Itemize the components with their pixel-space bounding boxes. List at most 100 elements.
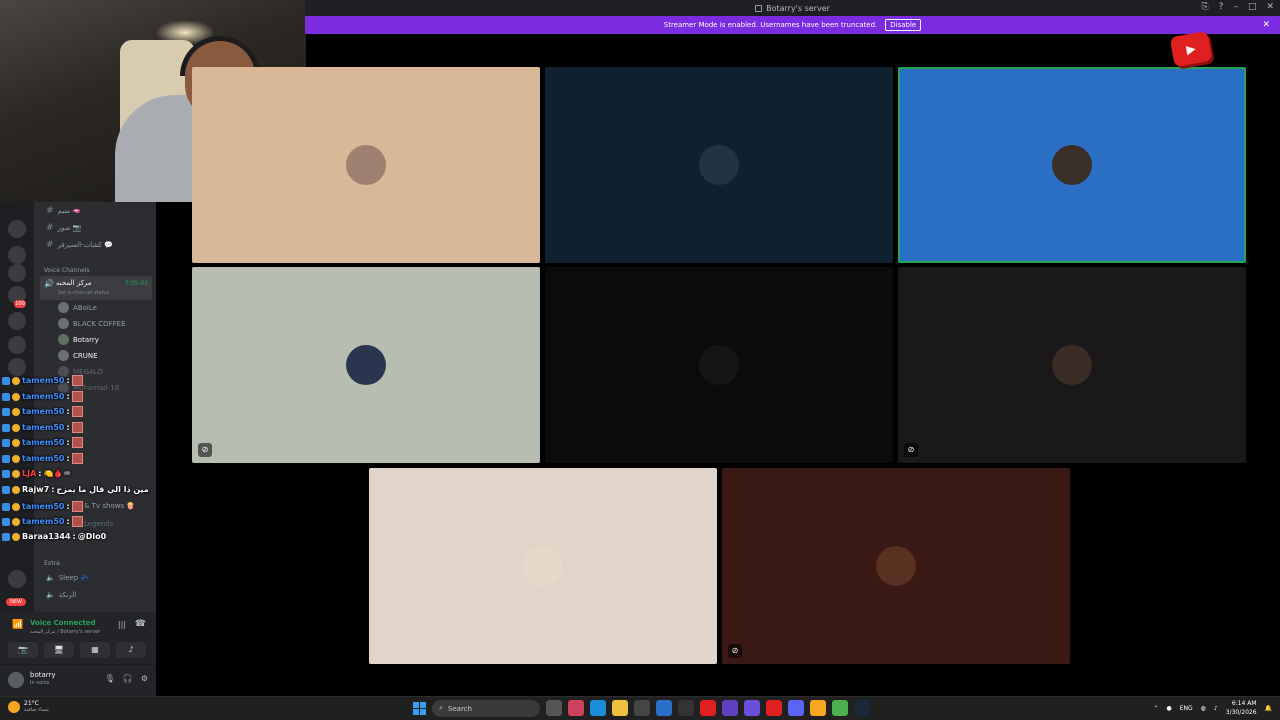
chat-message: Baraa1344: @Dlo0 [2,532,106,541]
new-badge: NEW [6,598,26,606]
extra-header[interactable]: Extra [44,560,60,567]
inbox-icon[interactable]: ⎘ [1201,2,1208,12]
chrome-icon[interactable] [832,700,848,716]
soundboard-button[interactable]: ♪ [116,642,146,658]
network-icon[interactable]: ◍ [1201,705,1206,712]
chat-username: tamem50 [22,392,65,401]
clock[interactable]: 6:14 AM 3/30/2026 [1226,699,1257,717]
app-icon[interactable] [810,700,826,716]
video-tile[interactable] [192,67,540,263]
app-icon[interactable] [678,700,694,716]
server-icon[interactable] [8,336,26,354]
voice-channel[interactable]: 🔈 Sleep 💤 [46,574,89,582]
voice-user[interactable]: CRUNE [58,350,98,361]
participant-avatar [346,345,386,385]
server-icon[interactable] [8,264,26,282]
video-tile[interactable] [369,468,717,664]
app-icon[interactable] [656,700,672,716]
chat-separator: : [66,376,70,385]
video-tile[interactable] [898,67,1246,263]
signal-icon: 📶 [12,620,24,630]
badge-icon [12,423,20,432]
disable-button[interactable]: Disable [885,19,922,31]
steam-icon[interactable] [854,700,870,716]
chat-text: 🍋🩸♒ [43,469,71,478]
youtube-icon[interactable] [766,700,782,716]
participant-avatar [876,546,916,586]
teams-icon[interactable] [744,700,760,716]
minimize-button[interactable]: – [1233,2,1238,12]
server-icon[interactable] [8,220,26,238]
help-icon[interactable]: ? [1219,2,1224,12]
notifications-icon[interactable]: 🔔 [1265,705,1272,712]
video-tile[interactable]: ⊘ [192,267,540,463]
chat-username: tamem50 [22,517,65,526]
disconnect-icon[interactable]: ☎ [135,619,146,629]
store-icon[interactable] [634,700,650,716]
edge-icon[interactable] [590,700,606,716]
close-icon[interactable]: ✕ [1262,20,1270,30]
voice-user[interactable]: ABoiLe [58,302,97,313]
twitch-icon [2,423,10,432]
video-tile[interactable]: ⊘ [722,468,1070,664]
activities-button[interactable]: ▦ [80,642,110,658]
participant-avatar [699,145,739,185]
video-tile[interactable] [545,67,893,263]
chat-username: Rajw7 [22,485,50,494]
app-icon[interactable] [722,700,738,716]
avatar [58,318,69,329]
video-tile[interactable]: ⊘ [898,267,1246,463]
emote-icon [71,437,83,448]
participant-avatar [346,145,386,185]
chat-message: tamem50: [2,453,83,464]
voice-channels-header[interactable]: Voice Channels [44,267,90,274]
active-voice-channel[interactable]: 🔊 مركز المحنه 7:05:03 Set a channel stat… [40,276,152,300]
mic-icon[interactable]: 🎙 [105,674,115,683]
close-window-button[interactable]: ✕ [1266,2,1274,12]
server-icon[interactable] [8,358,26,376]
maximize-button[interactable]: □ [1248,2,1257,12]
voice-channel[interactable]: 🔈 الزنكة [46,591,76,599]
headphones-icon[interactable]: 🎧 [123,674,133,683]
windows-start-icon[interactable] [413,702,426,715]
channel-item[interactable]: Legends [84,520,113,528]
noise-suppression-icon[interactable]: ||| [118,620,126,629]
chat-message: tamem50: [2,375,83,386]
badge-icon [12,532,20,541]
avatar [58,350,69,361]
chat-username: LJA [22,469,37,478]
lang-indicator[interactable]: ENG [1180,705,1193,712]
voice-user[interactable]: BLACK COFFEE [58,318,126,329]
twitch-icon [2,502,10,511]
text-channel[interactable]: # كشات-السيرفر 💬 [46,240,113,250]
emote-icon [71,453,83,464]
user-avatar[interactable] [8,672,24,688]
badge-icon [12,392,20,401]
chevron-up-icon[interactable]: ⌃ [1153,705,1158,712]
window-title: Botarry's server [766,3,830,13]
text-channel[interactable]: # منيم 🫦 [46,206,81,216]
voice-user[interactable]: Botarry [58,334,99,345]
badge-icon [12,517,20,526]
server-icon[interactable] [8,570,26,588]
taskbar-search[interactable]: ⌕ Search [432,700,540,717]
discord-icon[interactable] [788,700,804,716]
emote-icon [71,516,83,527]
text-channel[interactable]: # صور 📷 [46,223,81,233]
server-icon[interactable] [8,246,26,264]
channel-item[interactable]: & Tv shows 🍿 [84,502,135,510]
camera-button[interactable]: 📷 [8,642,38,658]
chat-username: tamem50 [22,423,65,432]
youtube-icon[interactable] [700,700,716,716]
tray-icon[interactable]: ● [1166,705,1171,712]
app-icon[interactable] [568,700,584,716]
server-icon[interactable] [8,312,26,330]
file-explorer-icon[interactable] [612,700,628,716]
screen-share-button[interactable]: 🖥 [44,642,74,658]
gear-icon[interactable]: ⚙ [141,674,148,683]
volume-icon[interactable]: ♪ [1214,705,1218,712]
screen: Botarry's server ⎘ ? – □ ✕ Streamer Mode… [0,0,1280,720]
task-view-icon[interactable] [546,700,562,716]
video-tile[interactable] [545,267,893,463]
weather-widget[interactable]: 21°C مساء صافية [8,700,49,713]
